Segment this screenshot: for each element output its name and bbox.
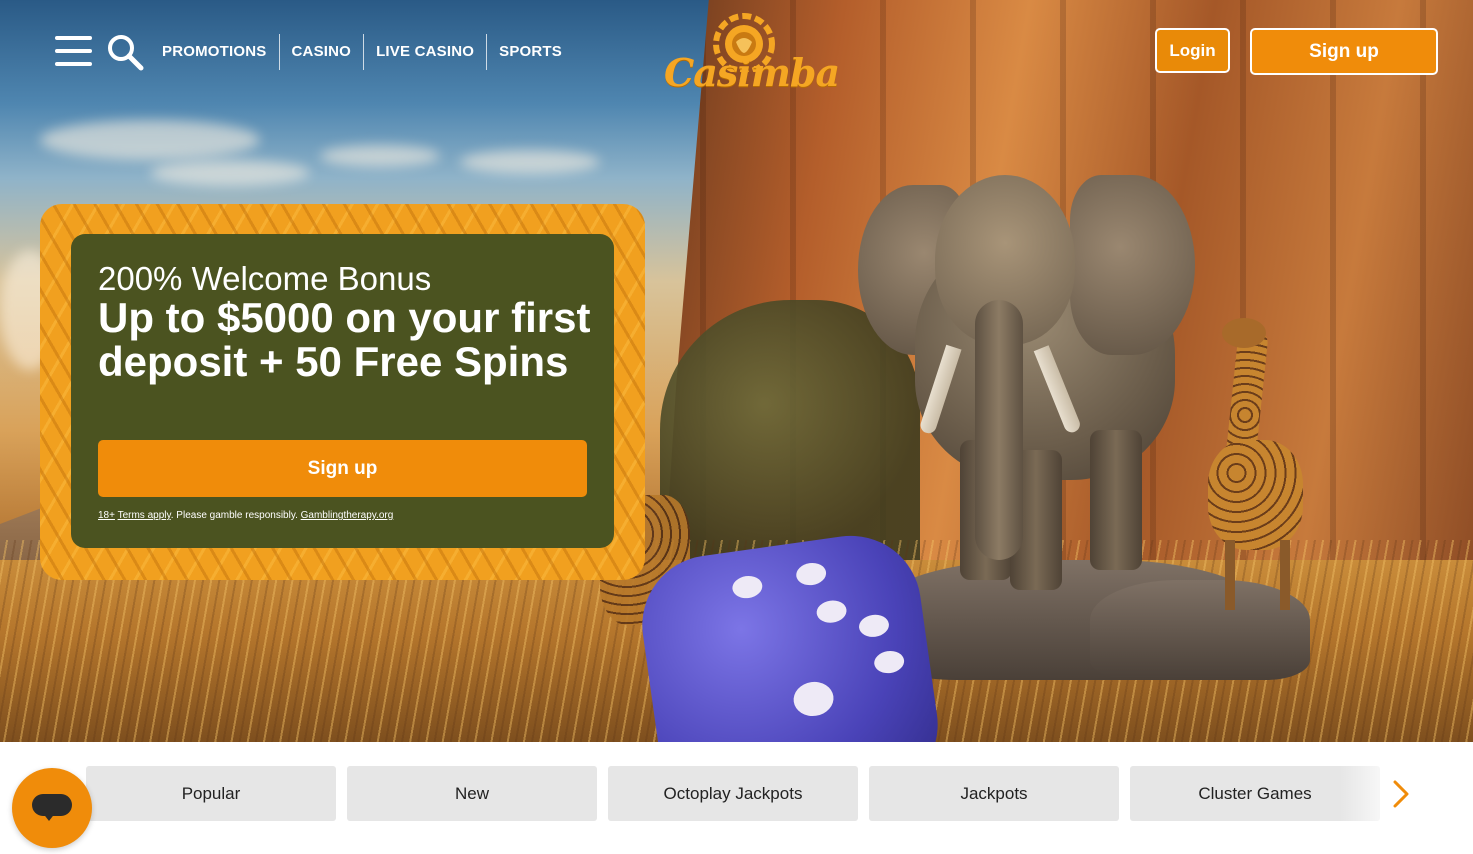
age-restriction-link[interactable]: 18+ [98,510,115,521]
site-header: PROMOTIONS CASINO LIVE CASINO SPORTS Cas… [0,0,1473,104]
login-button[interactable]: Login [1155,28,1230,73]
dice-pip [730,574,764,601]
elephant-ear [1070,175,1195,355]
search-icon[interactable] [106,33,144,71]
nav-live-casino[interactable]: LIVE CASINO [364,34,486,70]
dice-pip [872,649,906,676]
logo-wordmark: Casimba [664,50,840,95]
dice-pip [857,612,891,639]
elephant-trunk [975,300,1023,560]
cloud [40,120,260,160]
category-tabs: Popular New Octoplay Jackpots Jackpots C… [86,766,1380,821]
cloud [460,150,600,174]
disclaimer-text: . Please gamble responsibly. [170,510,301,521]
chevron-right-icon[interactable] [1385,776,1415,812]
giraffe-leg [1225,540,1235,610]
promo-disclaimer: 18+ Terms apply. Please gamble responsib… [98,510,393,521]
signup-button-promo[interactable]: Sign up [98,440,587,497]
giraffe-leg [1280,540,1290,610]
giraffe [1208,440,1303,550]
main-nav: PROMOTIONS CASINO LIVE CASINO SPORTS [150,34,574,70]
dice-pip [791,679,836,719]
nav-sports[interactable]: SPORTS [487,34,574,70]
live-chat-button[interactable] [12,768,92,848]
terms-link[interactable]: Terms apply [118,510,171,521]
rock [1090,580,1310,680]
giraffe-head [1222,318,1266,348]
cloud [320,145,440,167]
tab-jackpots[interactable]: Jackpots [869,766,1119,821]
nav-casino[interactable]: CASINO [280,34,364,70]
promo-subtitle: 200% Welcome Bonus [98,260,432,297]
hamburger-menu-icon[interactable] [55,36,92,68]
casimba-logo[interactable]: Casimba [664,12,840,98]
dice-pip [794,561,828,588]
chat-bubble-tail [42,812,56,821]
tab-new[interactable]: New [347,766,597,821]
dice-pip [815,598,848,625]
tab-popular[interactable]: Popular [86,766,336,821]
nav-promotions[interactable]: PROMOTIONS [150,34,279,70]
elephant-leg [1090,430,1142,570]
signup-button-header[interactable]: Sign up [1250,28,1438,75]
cloud [150,160,310,186]
tab-octoplay-jackpots[interactable]: Octoplay Jackpots [608,766,858,821]
promo-headline: Up to $5000 on your first deposit + 50 F… [98,294,591,385]
gambling-therapy-link[interactable]: Gamblingtherapy.org [301,510,394,521]
